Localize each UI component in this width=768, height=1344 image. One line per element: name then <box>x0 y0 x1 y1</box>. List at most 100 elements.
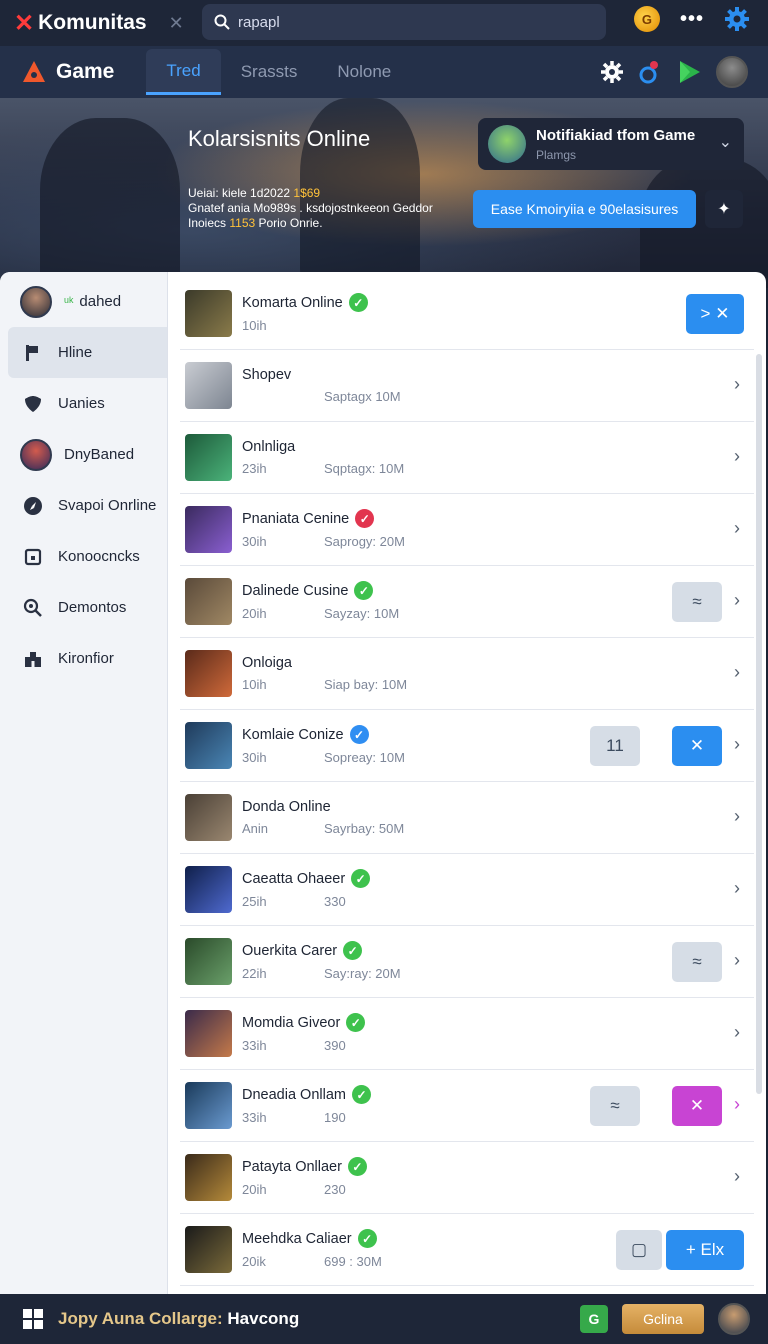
list-item[interactable]: Onloiga 10ih Siap bay: 10M › <box>180 638 754 710</box>
search-icon <box>20 595 46 621</box>
sidebar-item-kironfior[interactable]: Kironfior <box>0 633 167 684</box>
sparkle-icon[interactable]: ✦ <box>705 190 743 228</box>
hero-banner: Kolarsisnits Online Ueiai: kiele 1d2022 … <box>0 98 768 288</box>
gold-button[interactable]: Gclina <box>622 1304 704 1334</box>
list-item[interactable]: Shopev Saptagx 10M › <box>180 350 754 422</box>
list-item[interactable]: Patayta Onllaer ✓ 20ih 230 › <box>180 1142 754 1214</box>
swap-button[interactable]: ≈ <box>672 942 722 982</box>
list-item[interactable]: Meehdka Caliaer ✓ 20ik 699 : 30M ▢ + Elx <box>180 1214 754 1286</box>
sidebar-item-label: Svapoi Onrline <box>58 497 157 514</box>
list-item[interactable]: Komarta Online ✓ 10ih > ✕ <box>180 278 754 350</box>
game-title: Ouerkita Carer <box>242 942 338 959</box>
remove-button[interactable]: ✕ <box>672 726 722 766</box>
list-item[interactable]: Caeatta Ohaeer ✓ 25ih 330 › <box>180 854 754 926</box>
online-icon: ᵘᵏ <box>64 294 74 309</box>
hero-description: Ueiai: kiele 1d2022 1$69 Gnatef ania Mo9… <box>188 186 468 231</box>
chevron-right-icon[interactable]: › <box>734 950 740 971</box>
list-item[interactable]: Donda Online Anin Sayrbay: 50M › <box>180 782 754 854</box>
list-item[interactable]: Onlnliga 23ih Sqptagx: 10M › <box>180 422 754 494</box>
tab-srassts[interactable]: Srassts <box>221 49 318 95</box>
chevron-right-icon[interactable]: › <box>734 590 740 611</box>
verified-check-icon: ✓ <box>354 581 374 600</box>
chevron-right-icon[interactable]: › <box>734 518 740 539</box>
close-icon[interactable]: ✕ <box>169 13 184 34</box>
game-thumbnail <box>185 794 232 841</box>
hero-desc-highlight: 1$69 <box>293 186 321 200</box>
swap-button[interactable]: ≈ <box>590 1086 640 1126</box>
game-title: Shopev <box>242 366 292 383</box>
sidebar-item-label: Hline <box>58 344 93 361</box>
status-text-b: Havcong <box>227 1309 300 1328</box>
tab-nolone[interactable]: Nolone <box>317 49 411 95</box>
list-item[interactable]: Dneadia Onllam ✓ 33ih 190 ≈ ✕ › <box>180 1070 754 1142</box>
user-avatar[interactable] <box>718 1303 750 1335</box>
verified-check-icon: ✓ <box>355 509 375 528</box>
action-button[interactable]: > ✕ <box>686 294 744 334</box>
brand-logo[interactable]: ✕ Komunitas <box>14 9 147 38</box>
sidebar-item-label: Uanies <box>58 395 105 412</box>
flag-icon <box>20 340 46 366</box>
chevron-right-icon[interactable]: › <box>734 806 740 827</box>
game-time: 22ih <box>242 966 267 981</box>
sidebar-item-dnybaned[interactable]: DnyBaned <box>0 429 167 480</box>
chevron-right-icon[interactable]: › <box>734 446 740 467</box>
coin-icon[interactable]: G <box>633 6 660 32</box>
game-time: 20ik <box>242 1254 266 1269</box>
sidebar-item-label: Demontos <box>58 599 127 616</box>
chevron-right-icon[interactable]: › <box>734 374 740 395</box>
user-avatar[interactable] <box>716 56 748 88</box>
game-title: Momdia Giveor <box>242 1014 341 1031</box>
settings-icon[interactable] <box>600 60 624 84</box>
sidebar-item-hline[interactable]: Hline <box>8 327 167 378</box>
sidebar-item-label: DnyBaned <box>64 446 135 463</box>
chevron-right-icon[interactable]: › <box>734 1022 740 1043</box>
sidebar-item-uanies[interactable]: Uanies <box>0 378 167 429</box>
chevron-down-icon[interactable]: ⌄ <box>719 132 732 152</box>
nav-title: Game <box>56 60 115 83</box>
hero-art <box>40 118 180 288</box>
box-icon <box>20 544 46 570</box>
list-item[interactable]: Ouerkita Carer ✓ 22ih Say:ray: 20M ≈ › <box>180 926 754 998</box>
chevron-right-icon[interactable]: › <box>734 878 740 899</box>
chevron-right-icon[interactable]: › <box>734 662 740 683</box>
scrollbar[interactable] <box>756 354 762 1094</box>
tab-tred[interactable]: Tred <box>146 49 221 95</box>
list-item[interactable]: Momdia Giveor ✓ 33ih 390 › <box>180 998 754 1070</box>
search-input[interactable]: rapapl <box>202 4 606 40</box>
swap-button[interactable]: ≈ <box>672 582 722 622</box>
game-stat: Saprogy: 20M <box>324 534 405 549</box>
chevron-right-icon[interactable]: › <box>734 734 740 755</box>
game-logo[interactable]: Game <box>22 60 114 84</box>
gear-icon[interactable] <box>724 6 750 32</box>
game-title: Caeatta Ohaeer <box>242 870 346 887</box>
sidebar-item-konoocncks[interactable]: Konoocncks <box>0 531 167 582</box>
list-item[interactable]: Komlaie Conize ✓ 30ih Sopreay: 10M 11 ✕ › <box>180 710 754 782</box>
chevron-right-icon[interactable]: › <box>734 1094 740 1115</box>
sidebar-item-label: dahed <box>79 293 122 310</box>
game-stat: 390 <box>324 1038 346 1053</box>
verified-check-icon: ✓ <box>351 1085 371 1104</box>
verified-check-icon: ✓ <box>349 725 369 744</box>
play-icon[interactable] <box>676 59 702 85</box>
more-icon[interactable]: ••• <box>680 8 704 31</box>
sidebar-item-demontos[interactable]: Demontos <box>0 582 167 633</box>
sidebar-item-svapoi-onrline[interactable]: Svapoi Onrline <box>0 480 167 531</box>
hero-primary-button[interactable]: Ease Kmoiryiia e 90elasisures <box>473 190 696 228</box>
list-item[interactable]: Dalinede Cusine ✓ 20ih Sayzay: 10M ≈ › <box>180 566 754 638</box>
hero-desc-text: Inoiecs <box>188 216 230 230</box>
expand-button[interactable]: + Elx <box>666 1230 744 1270</box>
windows-logo-icon[interactable] <box>22 1308 44 1330</box>
count-badge[interactable]: 11 <box>590 726 640 766</box>
game-thumbnail <box>185 938 232 985</box>
window-button[interactable]: ▢ <box>616 1230 662 1270</box>
game-thumbnail <box>185 722 232 769</box>
chevron-right-icon[interactable]: › <box>734 1166 740 1187</box>
search-value: rapapl <box>238 13 280 31</box>
notification-card[interactable]: Notifiakiad tfom Game Plamgs ⌄ <box>478 118 744 170</box>
controller-icon[interactable] <box>638 59 662 85</box>
sidebar-item-dahed[interactable]: ᵘᵏ dahed <box>0 276 167 327</box>
game-stat: 190 <box>324 1110 346 1125</box>
app-icon[interactable]: G <box>580 1305 608 1333</box>
remove-button[interactable]: ✕ <box>672 1086 722 1126</box>
list-item[interactable]: Pnaniata Cenine ✓ 30ih Saprogy: 20M › <box>180 494 754 566</box>
